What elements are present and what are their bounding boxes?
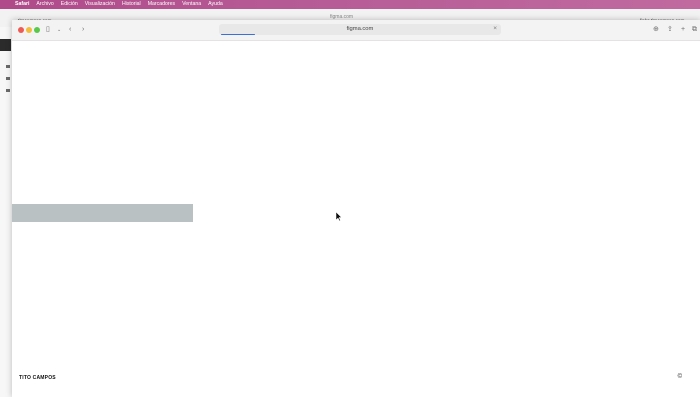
back-icon[interactable]: ‹ xyxy=(69,25,71,34)
menu-marcadores[interactable]: Marcadores xyxy=(148,0,175,9)
address-bar[interactable]: figma.com × xyxy=(219,24,501,35)
chevron-down-icon[interactable]: ⌄ xyxy=(57,26,61,35)
menu-visualizacion[interactable]: Visualización xyxy=(85,0,115,9)
background-sidebar-icon xyxy=(6,89,10,92)
address-url: figma.com xyxy=(346,25,374,32)
menu-safari[interactable]: Safari xyxy=(15,0,29,9)
close-icon[interactable]: × xyxy=(493,25,497,32)
menu-archivo[interactable]: Archivo xyxy=(36,0,53,9)
menu-ayuda[interactable]: Ayuda xyxy=(208,0,223,9)
close-window-button[interactable] xyxy=(18,27,24,33)
safari-window: ▯ ⌄ ‹ › figma.com × ⊕ ⇪ + ⧉ TITO CAMPOS … xyxy=(12,20,700,397)
tab-overview-icon[interactable]: ⧉ xyxy=(692,25,697,34)
menu-historial[interactable]: Historial xyxy=(122,0,141,9)
menu-ventana[interactable]: Ventana xyxy=(182,0,201,9)
background-sidebar-icon xyxy=(6,77,10,80)
menu-bar: Safari Archivo Edición Visualización His… xyxy=(0,0,700,9)
safari-toolbar: ▯ ⌄ ‹ › figma.com × ⊕ ⇪ + ⧉ xyxy=(12,20,700,41)
new-tab-icon[interactable]: + xyxy=(681,25,685,34)
minimize-window-button[interactable] xyxy=(26,27,32,33)
background-sidebar-icon xyxy=(6,65,10,68)
zoom-window-button[interactable] xyxy=(34,27,40,33)
forward-icon[interactable]: › xyxy=(82,25,84,34)
loading-placeholder-bar xyxy=(12,204,193,222)
mouse-cursor-icon xyxy=(336,212,342,221)
download-icon[interactable]: ⊕ xyxy=(653,25,659,34)
loading-progress-bar xyxy=(221,33,255,35)
menu-edicion[interactable]: Edición xyxy=(61,0,78,9)
footer-copyright: © xyxy=(677,374,682,380)
share-icon[interactable]: ⇪ xyxy=(667,25,673,34)
footer-site-name[interactable]: TITO CAMPOS xyxy=(19,375,56,381)
sidebar-toggle-icon[interactable]: ▯ xyxy=(46,25,50,34)
background-logo-block xyxy=(0,39,11,51)
